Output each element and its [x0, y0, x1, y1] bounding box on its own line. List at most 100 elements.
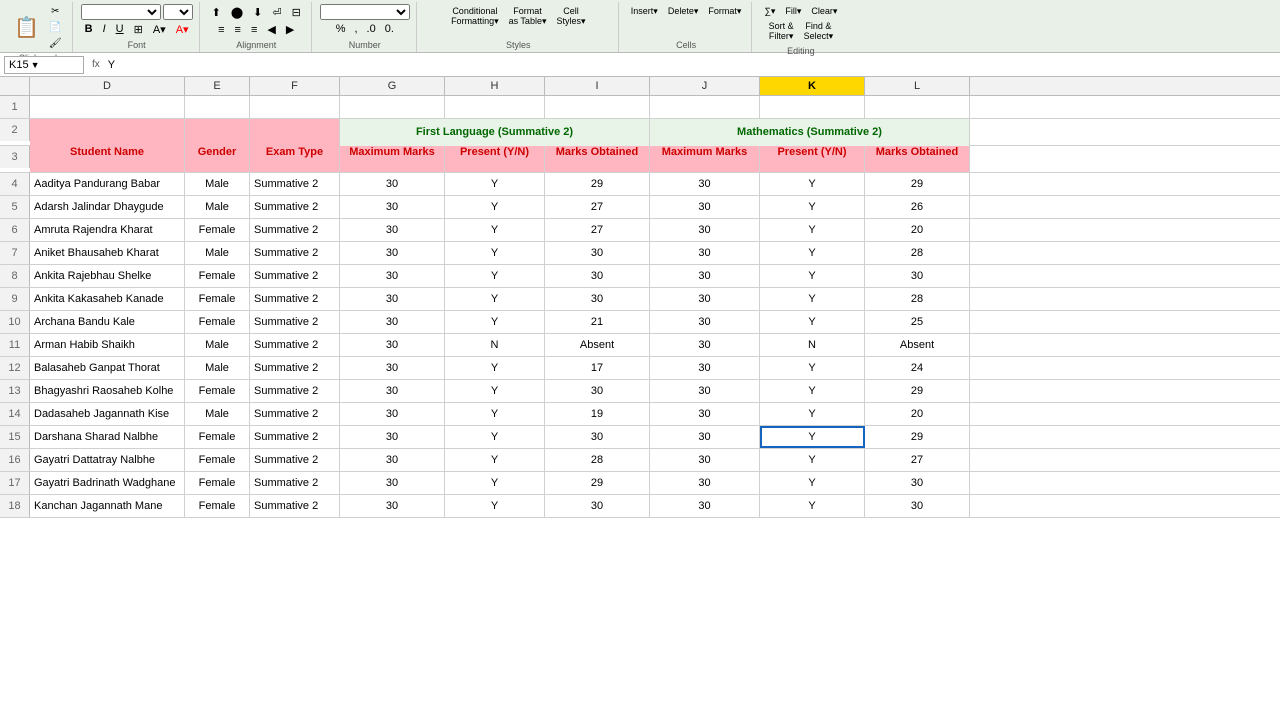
cell-F15[interactable]: Summative 2: [250, 426, 340, 448]
cell-J11[interactable]: 30: [650, 334, 760, 356]
cell-H8[interactable]: Y: [445, 265, 545, 287]
cell-E14[interactable]: Male: [185, 403, 250, 425]
cell-K18[interactable]: Y: [760, 495, 865, 517]
cell-I8[interactable]: 30: [545, 265, 650, 287]
cell-L12[interactable]: 24: [865, 357, 970, 379]
cell-G13[interactable]: 30: [340, 380, 445, 402]
increase-decimal-button[interactable]: .0: [363, 21, 380, 37]
cell-L13[interactable]: 29: [865, 380, 970, 402]
cell-I15[interactable]: 30: [545, 426, 650, 448]
cell-E4[interactable]: Male: [185, 173, 250, 195]
align-top-button[interactable]: ⬆: [208, 4, 225, 21]
cell-K15[interactable]: Y: [760, 426, 865, 448]
cell-E5[interactable]: Male: [185, 196, 250, 218]
cell-L18[interactable]: 30: [865, 495, 970, 517]
cell-E13[interactable]: Female: [185, 380, 250, 402]
cell-I4[interactable]: 29: [545, 173, 650, 195]
cell-H4[interactable]: Y: [445, 173, 545, 195]
cell-K16[interactable]: Y: [760, 449, 865, 471]
cell-reference-box[interactable]: K15 ▼: [4, 56, 84, 74]
cell-H15[interactable]: Y: [445, 426, 545, 448]
cell-D17[interactable]: Gayatri Badrinath Wadghane: [30, 472, 185, 494]
cell-D2[interactable]: [30, 119, 185, 146]
cell-E2[interactable]: [185, 119, 250, 146]
cell-K9[interactable]: Y: [760, 288, 865, 310]
cell-D6[interactable]: Amruta Rajendra Kharat: [30, 219, 185, 241]
cell-K4[interactable]: Y: [760, 173, 865, 195]
cell-H6[interactable]: Y: [445, 219, 545, 241]
cell-K5[interactable]: Y: [760, 196, 865, 218]
cell-E18[interactable]: Female: [185, 495, 250, 517]
cell-H5[interactable]: Y: [445, 196, 545, 218]
cell-D14[interactable]: Dadasaheb Jagannath Kise: [30, 403, 185, 425]
cell-L8[interactable]: 30: [865, 265, 970, 287]
bold-button[interactable]: B: [81, 21, 97, 37]
font-color-button[interactable]: A▾: [172, 21, 193, 38]
cell-K12[interactable]: Y: [760, 357, 865, 379]
cell-I16[interactable]: 28: [545, 449, 650, 471]
cell-F8[interactable]: Summative 2: [250, 265, 340, 287]
cell-K1[interactable]: [760, 96, 865, 118]
cell-J5[interactable]: 30: [650, 196, 760, 218]
align-center-button[interactable]: ≡: [231, 22, 245, 38]
align-bottom-button[interactable]: ⬇: [249, 4, 266, 21]
cell-G2-merged[interactable]: First Language (Summative 2): [340, 119, 650, 146]
cell-L9[interactable]: 28: [865, 288, 970, 310]
format-painter-button[interactable]: 🖌: [45, 36, 66, 51]
cell-L11[interactable]: Absent: [865, 334, 970, 356]
cell-I11[interactable]: Absent: [545, 334, 650, 356]
col-header-E[interactable]: E: [185, 77, 250, 95]
cell-E11[interactable]: Male: [185, 334, 250, 356]
sort-filter-button[interactable]: Sort &Filter▾: [765, 19, 798, 44]
font-family-select[interactable]: [81, 4, 161, 20]
cell-I17[interactable]: 29: [545, 472, 650, 494]
number-format-select[interactable]: [320, 4, 410, 20]
cell-G9[interactable]: 30: [340, 288, 445, 310]
cell-F14[interactable]: Summative 2: [250, 403, 340, 425]
fill-button[interactable]: Fill▾: [781, 4, 805, 19]
cell-I1[interactable]: [545, 96, 650, 118]
cell-F5[interactable]: Summative 2: [250, 196, 340, 218]
cell-I18[interactable]: 30: [545, 495, 650, 517]
cell-H1[interactable]: [445, 96, 545, 118]
cell-G4[interactable]: 30: [340, 173, 445, 195]
cell-G15[interactable]: 30: [340, 426, 445, 448]
cell-L6[interactable]: 20: [865, 219, 970, 241]
align-right-button[interactable]: ≡: [247, 22, 261, 38]
cell-G7[interactable]: 30: [340, 242, 445, 264]
col-header-J[interactable]: J: [650, 77, 760, 95]
cell-E12[interactable]: Male: [185, 357, 250, 379]
cell-D4[interactable]: Aaditya Pandurang Babar: [30, 173, 185, 195]
cell-D16[interactable]: Gayatri Dattatray Nalbhe: [30, 449, 185, 471]
border-button[interactable]: ⊞: [130, 21, 147, 38]
cell-D18[interactable]: Kanchan Jagannath Mane: [30, 495, 185, 517]
cell-F7[interactable]: Summative 2: [250, 242, 340, 264]
merge-center-button[interactable]: ⊟: [288, 4, 305, 21]
indent-increase-button[interactable]: ▶: [282, 21, 298, 38]
cell-J8[interactable]: 30: [650, 265, 760, 287]
cell-E3[interactable]: Gender: [185, 146, 250, 173]
cell-K7[interactable]: Y: [760, 242, 865, 264]
cell-G1[interactable]: [340, 96, 445, 118]
cell-J7[interactable]: 30: [650, 242, 760, 264]
cell-D10[interactable]: Archana Bandu Kale: [30, 311, 185, 333]
formula-input[interactable]: [108, 56, 1276, 74]
cell-I13[interactable]: 30: [545, 380, 650, 402]
cell-G8[interactable]: 30: [340, 265, 445, 287]
cell-I7[interactable]: 30: [545, 242, 650, 264]
cell-L10[interactable]: 25: [865, 311, 970, 333]
insert-button[interactable]: Insert▾: [627, 4, 662, 19]
cell-G5[interactable]: 30: [340, 196, 445, 218]
col-header-I[interactable]: I: [545, 77, 650, 95]
cell-I5[interactable]: 27: [545, 196, 650, 218]
cell-K3[interactable]: Present (Y/N): [760, 146, 865, 173]
paste-button[interactable]: 📋: [10, 13, 43, 42]
cell-H3[interactable]: Present (Y/N): [445, 146, 545, 173]
cell-G14[interactable]: 30: [340, 403, 445, 425]
fill-color-button[interactable]: A▾: [149, 21, 170, 38]
cell-I3[interactable]: Marks Obtained: [545, 146, 650, 173]
cell-G10[interactable]: 30: [340, 311, 445, 333]
format-as-table-button[interactable]: Formatas Table▾: [505, 4, 551, 29]
cell-H11[interactable]: N: [445, 334, 545, 356]
cell-styles-button[interactable]: CellStyles▾: [552, 4, 589, 29]
